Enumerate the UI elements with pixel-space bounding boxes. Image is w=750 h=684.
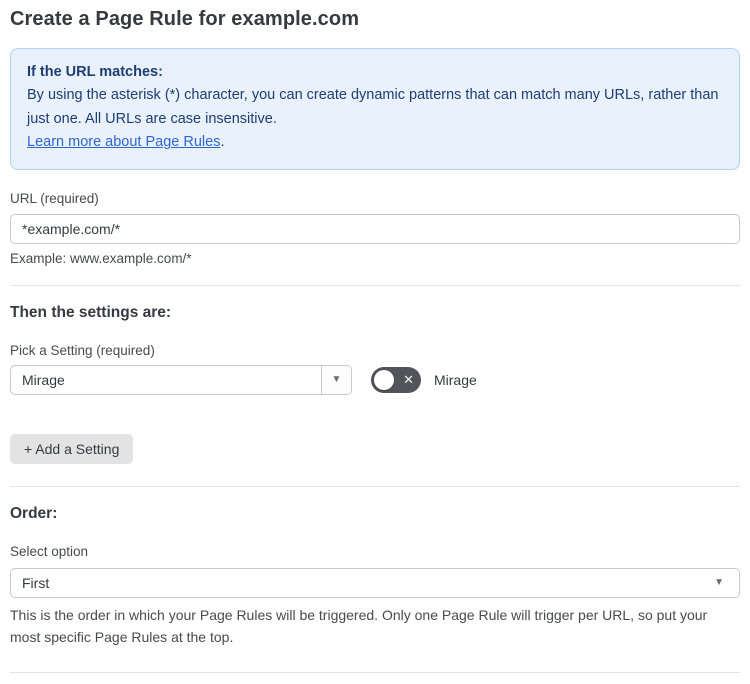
select-option-label: Select option [10,543,89,559]
chevron-down-icon: ▼ [714,576,724,588]
toggle-label: Mirage [434,371,477,388]
order-helper-text: This is the order in which your Page Rul… [10,606,708,646]
add-setting-button[interactable]: + Add a Setting [10,433,134,464]
info-box-heading: If the URL matches: [27,64,163,80]
info-box-link-line: Learn more about Page Rules. [27,131,723,154]
info-box-body: By using the asterisk (*) character, you… [27,87,719,127]
learn-more-link[interactable]: Learn more about Page Rules [27,134,220,150]
setting-row: Mirage ▼ ✕ Mirage [10,364,740,395]
order-section-heading: Order: [10,504,58,522]
mirage-toggle[interactable]: ✕ [371,366,421,393]
setting-dropdown-arrow-button[interactable]: ▼ [321,365,351,394]
url-field-label: URL (required) [10,190,99,206]
url-example-helper: Example: www.example.com/* [10,250,192,266]
setting-dropdown[interactable]: Mirage ▼ [10,364,352,395]
url-match-info-box: If the URL matches: By using the asteris… [10,48,740,170]
url-input[interactable] [10,213,740,244]
page-title: Create a Page Rule for example.com [10,8,360,30]
divider [10,284,740,286]
pick-setting-label: Pick a Setting (required) [10,342,155,358]
link-suffix: . [220,134,225,151]
order-select[interactable]: First ▼ [10,567,740,598]
order-select-value: First [22,574,50,591]
chevron-down-icon: ▼ [331,373,342,385]
toggle-knob [374,369,394,390]
setting-dropdown-value: Mirage [22,371,65,388]
create-page-rule-form: Create a Page Rule for example.com If th… [0,0,750,684]
divider [10,485,740,487]
settings-section-heading: Then the settings are: [10,303,172,321]
toggle-off-x-icon: ✕ [403,372,414,388]
divider [10,672,740,674]
